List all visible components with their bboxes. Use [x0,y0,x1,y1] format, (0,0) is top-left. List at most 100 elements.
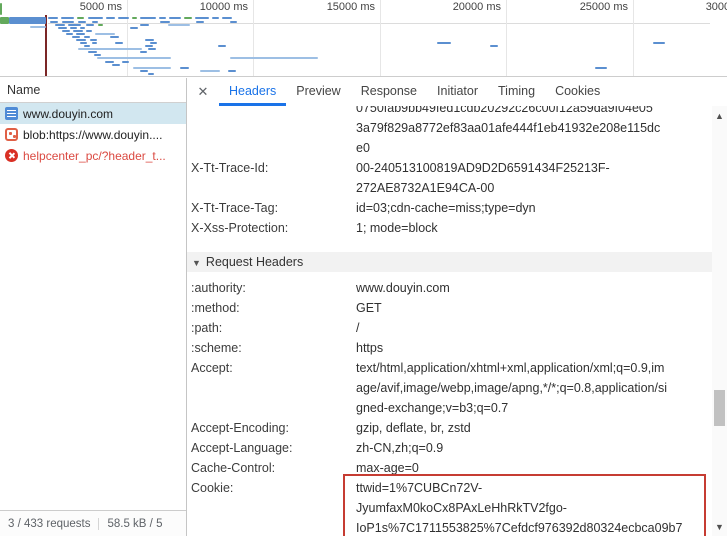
timeline-gridline [127,0,128,77]
network-overview-timeline[interactable]: 5000 ms10000 ms15000 ms20000 ms25000 ms3… [0,0,727,77]
waterfall-bar [0,17,9,24]
header-row-method: :method: GET [191,298,712,318]
header-row-scheme: :scheme: https [191,338,712,358]
document-icon [5,107,18,120]
headers-content: 0750fab9bb49fed1cdb20292c26c00f12a59da9f… [187,106,712,536]
header-value-line: gzip, deflate, br, zstd [356,418,712,438]
header-value-line: 3a79f829a8772ef83aa01afe444f1eb41932e208… [356,118,712,138]
blob-image-icon [5,128,18,141]
header-value-line: gned-exchange;v=b3;q=0.7 [356,398,712,418]
header-row-accept: Accept: text/html,application/xhtml+xml,… [191,358,712,418]
request-list-empty-area [0,166,186,510]
waterfall-bar [130,27,138,29]
waterfall-bar [200,70,220,72]
waterfall-bar [97,57,171,59]
tab-timing[interactable]: Timing [488,78,545,106]
header-value-line: text/html,application/xhtml+xml,applicat… [356,358,712,378]
details-scrollbar[interactable]: ▲ ▼ [712,106,727,536]
waterfall-bar [112,64,120,66]
header-name: Cookie: [191,478,356,536]
request-row-helpcenter[interactable]: helpcenter_pc/?header_t... [0,145,186,166]
header-value-line: IoP1s%7C1711553825%7Cefdcf976392d80324ec… [356,518,704,536]
header-value-line: 272AE8732A1E94CA-00 [356,178,712,198]
requests-count: 3 / 433 requests [0,518,98,530]
tab-headers[interactable]: Headers [219,78,286,106]
header-value-line: e0 [356,138,712,158]
timeline-gridline [253,0,254,77]
header-value-line: / [356,318,712,338]
request-list-panel: Name www.douyin.com blob:https://www.dou… [0,78,187,536]
tab-initiator[interactable]: Initiator [427,78,488,106]
header-name: Accept-Encoding: [191,418,356,438]
header-value-line: age/avif,image/webp,image/apng,*/*;q=0.8… [356,378,712,398]
waterfall-bar [230,57,318,59]
waterfall-bar [195,17,209,19]
header-value-line: https [356,338,712,358]
header-row-x-tt-trace-tag: X-Tt-Trace-Tag: id=03;cdn-cache=miss;typ… [191,198,712,218]
tab-response[interactable]: Response [351,78,427,106]
chevron-down-icon: ▼ [192,258,201,268]
timeline-tick-label: 5000 ms [46,1,122,13]
waterfall-bar [132,17,137,19]
waterfall-bar [48,17,58,19]
header-row-accept-encoding: Accept-Encoding: gzip, deflate, br, zstd [191,418,712,438]
header-name: :method: [191,298,356,318]
waterfall-bar [88,17,103,19]
header-name: :authority: [191,278,356,298]
header-name: :scheme: [191,338,356,358]
scrollbar-thumb[interactable] [714,390,725,426]
header-value-line: JyumfaxM0koCx8PAxLeHhRkTV2fgo- [356,498,704,518]
name-column-header[interactable]: Name [0,78,186,103]
close-icon[interactable]: ✕ [187,78,219,106]
waterfall-bar [106,17,115,19]
waterfall-bar [180,67,189,69]
waterfall-bar [88,51,97,53]
waterfall-bar [145,39,154,41]
waterfall-bar [90,39,97,41]
request-headers-section-header[interactable]: ▼Request Headers [187,252,712,272]
tab-cookies[interactable]: Cookies [545,78,610,106]
waterfall-bar [84,36,90,38]
timeline-tick-label: 25000 ms [552,1,628,13]
waterfall-bar [62,21,74,23]
network-lower-split: Name www.douyin.com blob:https://www.dou… [0,78,727,536]
header-value-line: www.douyin.com [356,278,712,298]
waterfall-bar [78,48,142,50]
waterfall-bar [140,24,149,26]
request-row-douyin[interactable]: www.douyin.com [0,103,186,124]
waterfall-bar [70,27,77,29]
scroll-down-icon[interactable]: ▼ [712,519,727,534]
waterfall-bar [30,26,46,28]
header-row-accept-language: Accept-Language: zh-CN,zh;q=0.9 [191,438,712,458]
waterfall-bar [68,24,81,26]
waterfall-bar [653,42,665,44]
timeline-gridline [380,0,381,77]
timeline-gridline [506,0,507,77]
waterfall-bar [490,45,498,47]
waterfall-bar [80,27,85,29]
waterfall-bar [92,42,97,44]
load-event-line [45,15,47,77]
waterfall-bar [92,21,98,23]
waterfall-bar [76,33,85,35]
waterfall-bar [212,17,219,19]
waterfall-bar [148,48,156,50]
waterfall-bar [76,39,86,41]
waterfall-bar [184,17,192,19]
waterfall-bar [0,3,2,15]
tab-preview[interactable]: Preview [286,78,350,106]
waterfall-bar [122,61,129,63]
waterfall-bar [140,51,147,53]
waterfall-bar [160,21,170,23]
header-name: X-Xss-Protection: [191,218,356,238]
waterfall-bar [218,45,226,47]
request-row-blob[interactable]: blob:https://www.douyin.... [0,124,186,145]
header-row-authority: :authority: www.douyin.com [191,278,712,298]
waterfall-bar [145,45,153,47]
waterfall-bar [118,17,129,19]
request-details-pane: ✕ Headers Preview Response Initiator Tim… [187,78,727,536]
header-row-continuation: 0750fab9bb49fed1cdb20292c26c00f12a59da9f… [191,106,712,158]
waterfall-bar [86,30,92,32]
request-label: helpcenter_pc/?header_t... [23,149,166,163]
scroll-up-icon[interactable]: ▲ [712,108,727,123]
